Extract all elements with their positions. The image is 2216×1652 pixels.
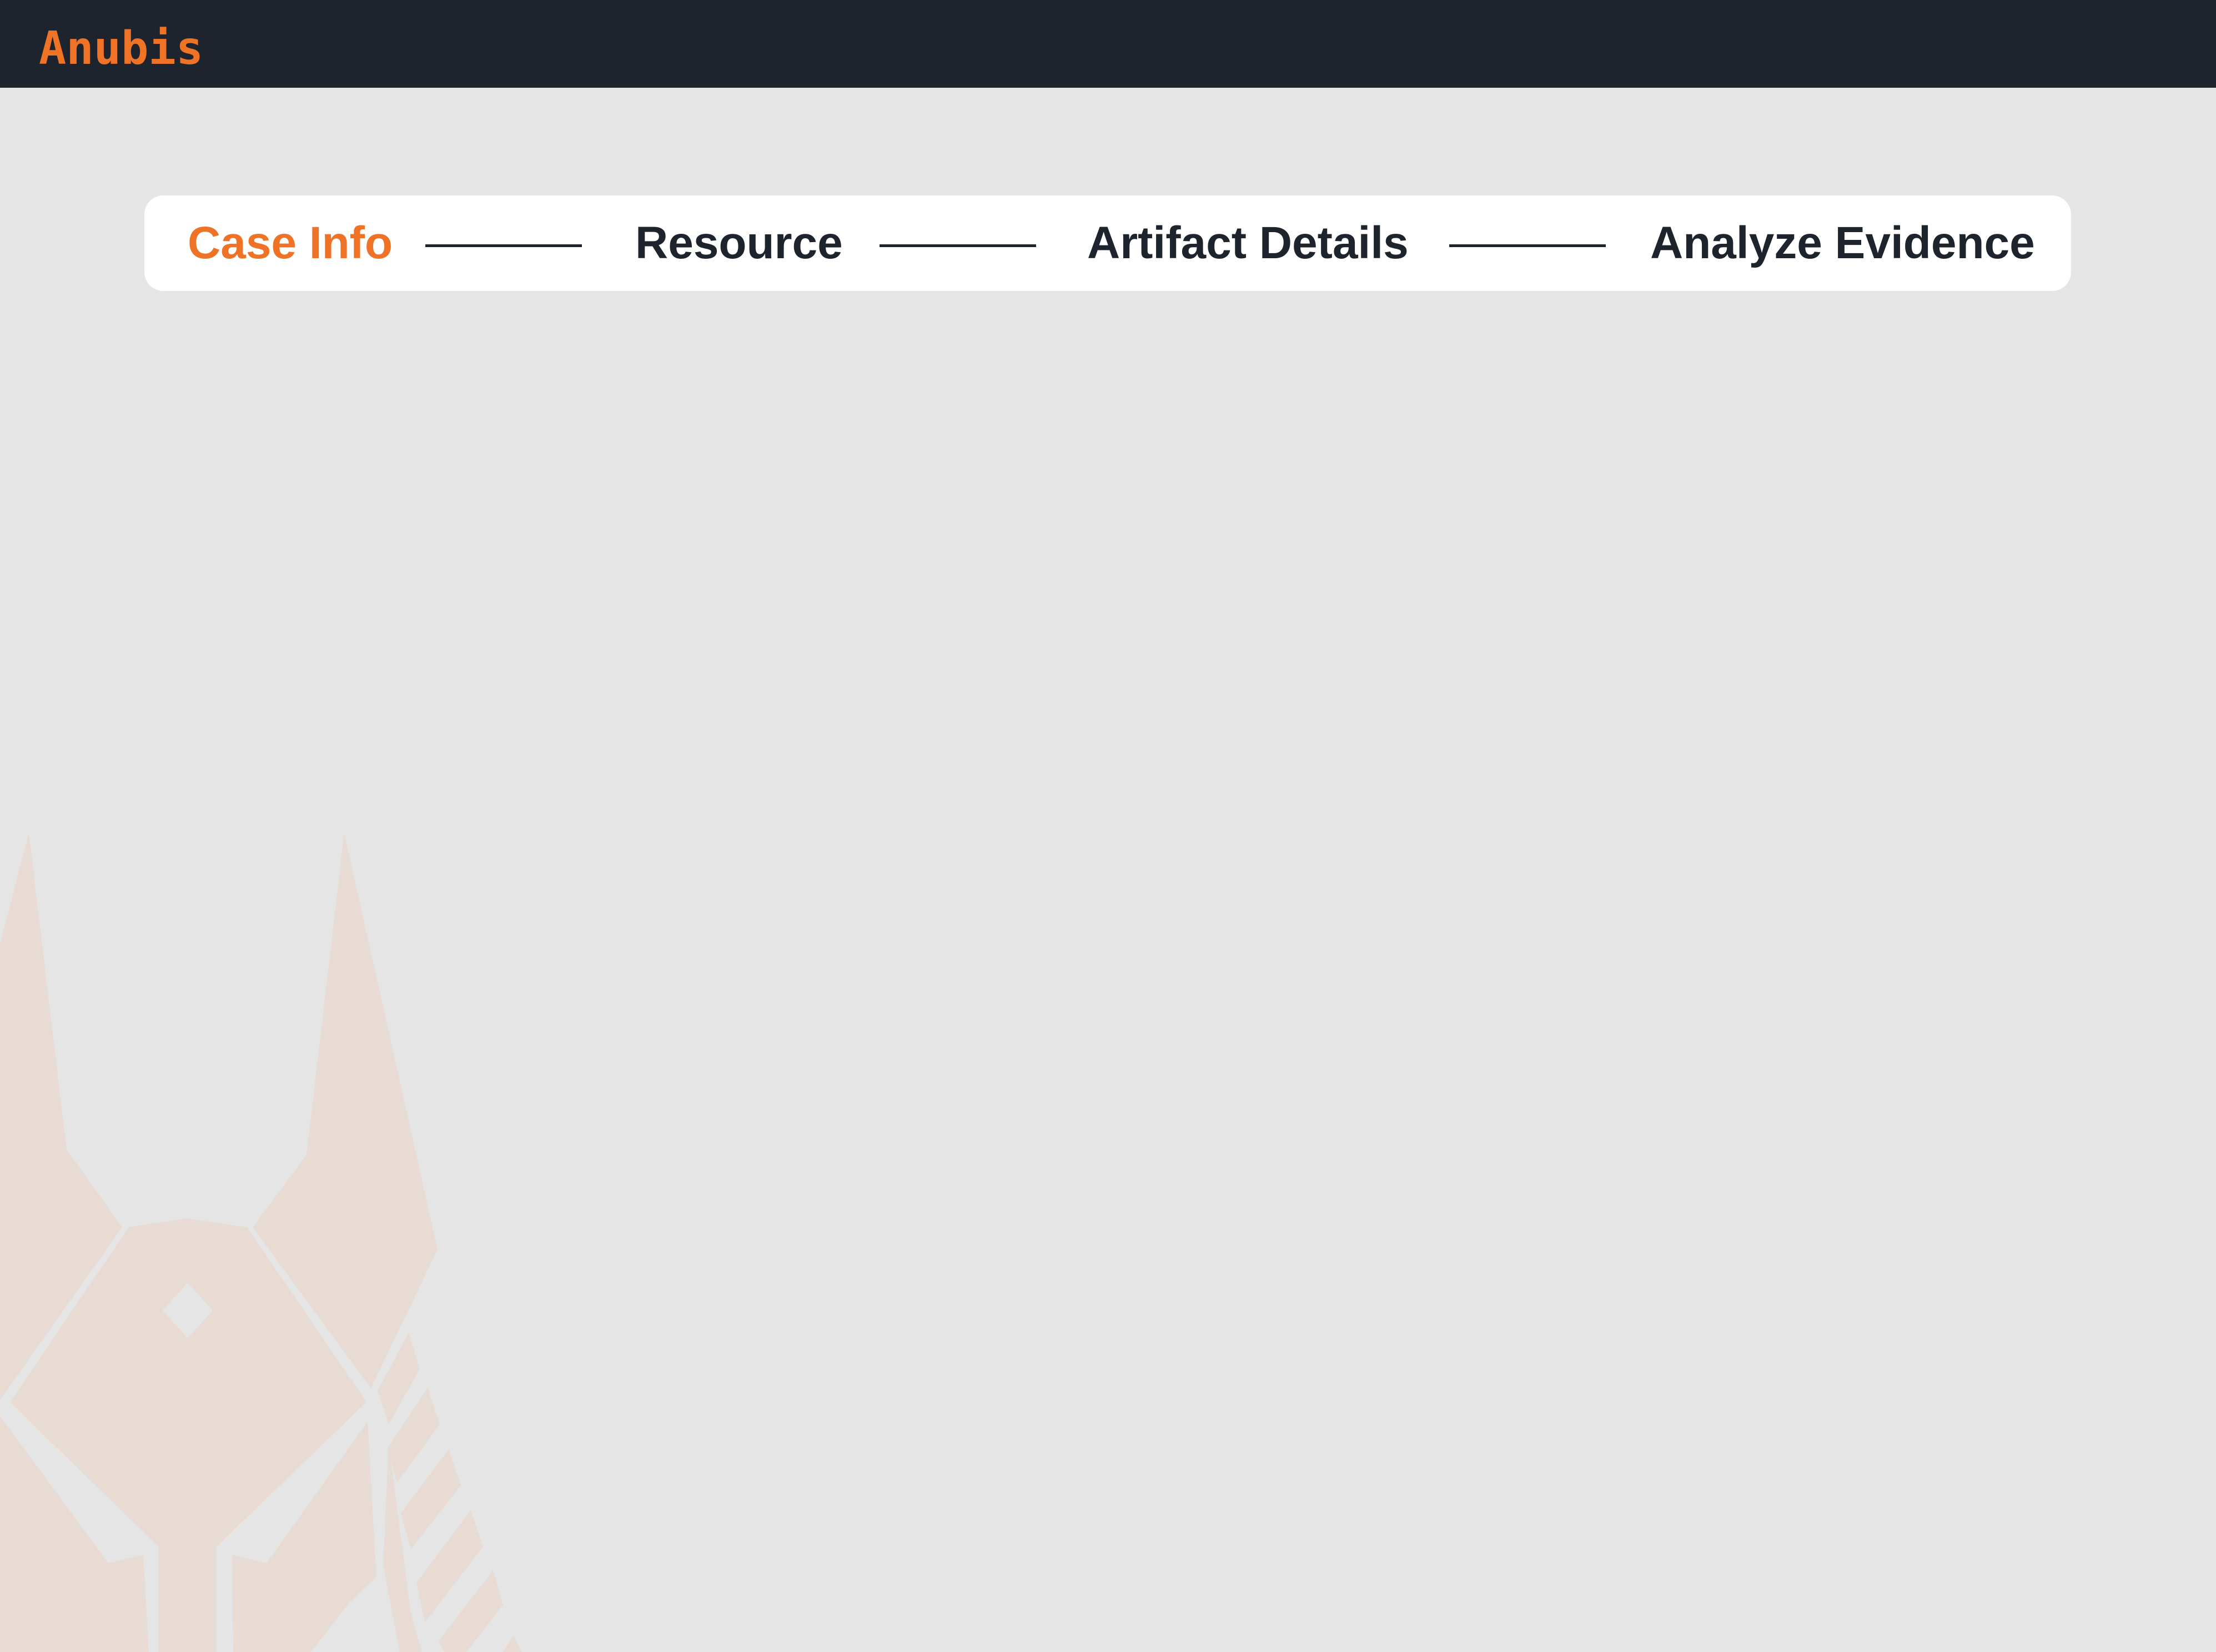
brand-logo-text[interactable]: Anubis bbox=[39, 21, 203, 77]
headdress-stripe bbox=[503, 1635, 522, 1652]
top-navbar: Anubis bbox=[0, 0, 2216, 88]
step-connector bbox=[425, 244, 582, 247]
step-artifact-details[interactable]: Artifact Details bbox=[1087, 195, 1409, 291]
step-connector bbox=[1449, 244, 1606, 247]
step-resource[interactable]: Resource bbox=[635, 195, 843, 291]
step-case-info[interactable]: Case Info bbox=[188, 195, 393, 291]
step-analyze-evidence[interactable]: Analyze Evidence bbox=[1650, 195, 2035, 291]
anubis-logo-icon bbox=[0, 833, 522, 1652]
wizard-stepper: Case Info Resource Artifact Details Anal… bbox=[144, 195, 2071, 291]
step-connector bbox=[880, 244, 1036, 247]
